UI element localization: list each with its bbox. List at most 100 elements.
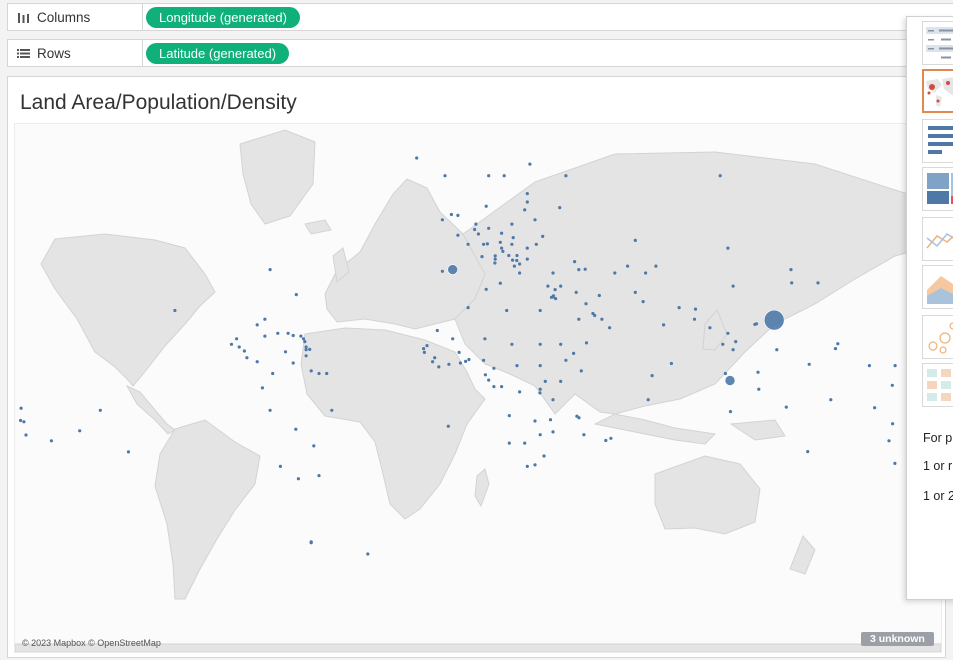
map-mark[interactable] bbox=[49, 439, 54, 443]
map-mark[interactable] bbox=[644, 271, 648, 275]
map-mark[interactable] bbox=[525, 200, 529, 204]
bar-chart-icon[interactable] bbox=[922, 119, 953, 163]
map-mark[interactable] bbox=[19, 418, 23, 423]
map-mark[interactable] bbox=[493, 261, 497, 265]
map-mark[interactable] bbox=[756, 370, 760, 374]
map-mark[interactable] bbox=[480, 255, 484, 259]
map-mark[interactable] bbox=[867, 364, 872, 368]
map-mark[interactable] bbox=[487, 174, 491, 178]
map-mark[interactable] bbox=[500, 231, 504, 235]
map-mark[interactable] bbox=[577, 317, 581, 321]
map-mark[interactable] bbox=[510, 222, 514, 226]
map-mark[interactable] bbox=[464, 359, 468, 363]
map-mark[interactable] bbox=[507, 253, 511, 258]
map-mark[interactable] bbox=[582, 433, 586, 437]
map-mark[interactable] bbox=[641, 300, 645, 304]
map-mark[interactable] bbox=[330, 408, 334, 412]
map-mark[interactable] bbox=[286, 331, 290, 335]
map-mark[interactable] bbox=[523, 441, 527, 445]
map-mark[interactable] bbox=[538, 433, 542, 437]
map-mark[interactable] bbox=[721, 342, 725, 346]
map-mark[interactable] bbox=[449, 212, 453, 217]
map-mark[interactable] bbox=[498, 240, 502, 244]
map-mark[interactable] bbox=[559, 379, 563, 383]
longitude-pill[interactable]: Longitude (generated) bbox=[146, 7, 300, 28]
map-mark[interactable] bbox=[551, 271, 555, 275]
map-mark[interactable] bbox=[577, 416, 581, 420]
map-mark[interactable] bbox=[829, 398, 833, 402]
map-mark[interactable] bbox=[564, 358, 568, 362]
map-mark[interactable] bbox=[422, 350, 426, 354]
map-mark[interactable] bbox=[731, 284, 735, 288]
map-mark[interactable] bbox=[604, 438, 608, 443]
map-attribution[interactable]: © 2023 Mapbox © OpenStreetMap bbox=[22, 638, 161, 648]
map-mark[interactable] bbox=[593, 313, 597, 318]
map-mark[interactable] bbox=[294, 293, 298, 297]
map-mark[interactable] bbox=[301, 337, 306, 341]
map-mark[interactable] bbox=[505, 308, 509, 313]
map-mark[interactable] bbox=[724, 375, 736, 386]
unknown-indicator[interactable]: 3 unknown bbox=[861, 632, 934, 646]
map-mark[interactable] bbox=[502, 174, 506, 178]
highlight-table-icon[interactable] bbox=[922, 363, 953, 407]
map-mark[interactable] bbox=[299, 334, 303, 338]
map-mark[interactable] bbox=[523, 208, 527, 212]
map-mark[interactable] bbox=[255, 360, 259, 364]
map-mark[interactable] bbox=[511, 236, 515, 240]
map-mark[interactable] bbox=[525, 246, 529, 250]
map-mark[interactable] bbox=[564, 174, 568, 178]
map-mark[interactable] bbox=[268, 408, 272, 412]
map-mark[interactable] bbox=[692, 317, 697, 321]
map-mark[interactable] bbox=[572, 351, 576, 355]
map-mark[interactable] bbox=[558, 206, 562, 210]
map-mark[interactable] bbox=[893, 364, 897, 368]
map-mark[interactable] bbox=[806, 450, 810, 454]
map-mark[interactable] bbox=[291, 361, 295, 365]
map-mark[interactable] bbox=[554, 297, 558, 301]
map-mark[interactable] bbox=[775, 348, 779, 352]
map-mark[interactable] bbox=[538, 391, 542, 395]
map-mark[interactable] bbox=[873, 406, 877, 410]
map-mark[interactable] bbox=[493, 257, 497, 261]
map-mark[interactable] bbox=[728, 410, 733, 414]
map-mark[interactable] bbox=[790, 281, 794, 285]
map-mark[interactable] bbox=[784, 405, 788, 409]
map-mark[interactable] bbox=[437, 365, 441, 369]
area-chart-icon[interactable] bbox=[922, 265, 953, 309]
line-chart-icon[interactable] bbox=[922, 217, 953, 261]
map-mark[interactable] bbox=[534, 242, 538, 246]
map-mark[interactable] bbox=[229, 342, 234, 346]
map-mark[interactable] bbox=[485, 242, 489, 246]
map-mark[interactable] bbox=[435, 328, 439, 333]
map-mark[interactable] bbox=[551, 294, 556, 298]
map-mark[interactable] bbox=[317, 474, 321, 478]
map-mark[interactable] bbox=[734, 340, 738, 344]
map-mark[interactable] bbox=[893, 461, 897, 465]
map-mark[interactable] bbox=[235, 337, 239, 341]
map-mark[interactable] bbox=[440, 218, 444, 222]
map-mark[interactable] bbox=[78, 429, 82, 433]
map-mark[interactable] bbox=[483, 373, 487, 377]
map-mark[interactable] bbox=[609, 436, 613, 440]
map-mark[interactable] bbox=[583, 267, 587, 271]
map-mark[interactable] bbox=[548, 418, 553, 422]
map-mark[interactable] bbox=[466, 306, 470, 310]
map-mark[interactable] bbox=[296, 477, 300, 481]
map-mark[interactable] bbox=[511, 258, 515, 262]
map-mark[interactable] bbox=[467, 357, 471, 362]
map-mark[interactable] bbox=[325, 371, 329, 376]
map-mark[interactable] bbox=[510, 342, 514, 346]
map-mark[interactable] bbox=[538, 342, 542, 346]
map-mark[interactable] bbox=[431, 360, 435, 364]
map-mark[interactable] bbox=[268, 268, 272, 272]
map-mark[interactable] bbox=[291, 333, 295, 338]
map-mark[interactable] bbox=[518, 262, 522, 266]
map-mark[interactable] bbox=[500, 385, 504, 389]
map-mark[interactable] bbox=[541, 234, 545, 238]
map-mark[interactable] bbox=[294, 427, 298, 431]
map-mark[interactable] bbox=[551, 398, 555, 402]
map-mark[interactable] bbox=[518, 271, 522, 275]
map-mark[interactable] bbox=[451, 337, 455, 341]
view-title[interactable]: Land Area/Population/Density bbox=[20, 91, 297, 115]
map-mark[interactable] bbox=[456, 213, 460, 217]
